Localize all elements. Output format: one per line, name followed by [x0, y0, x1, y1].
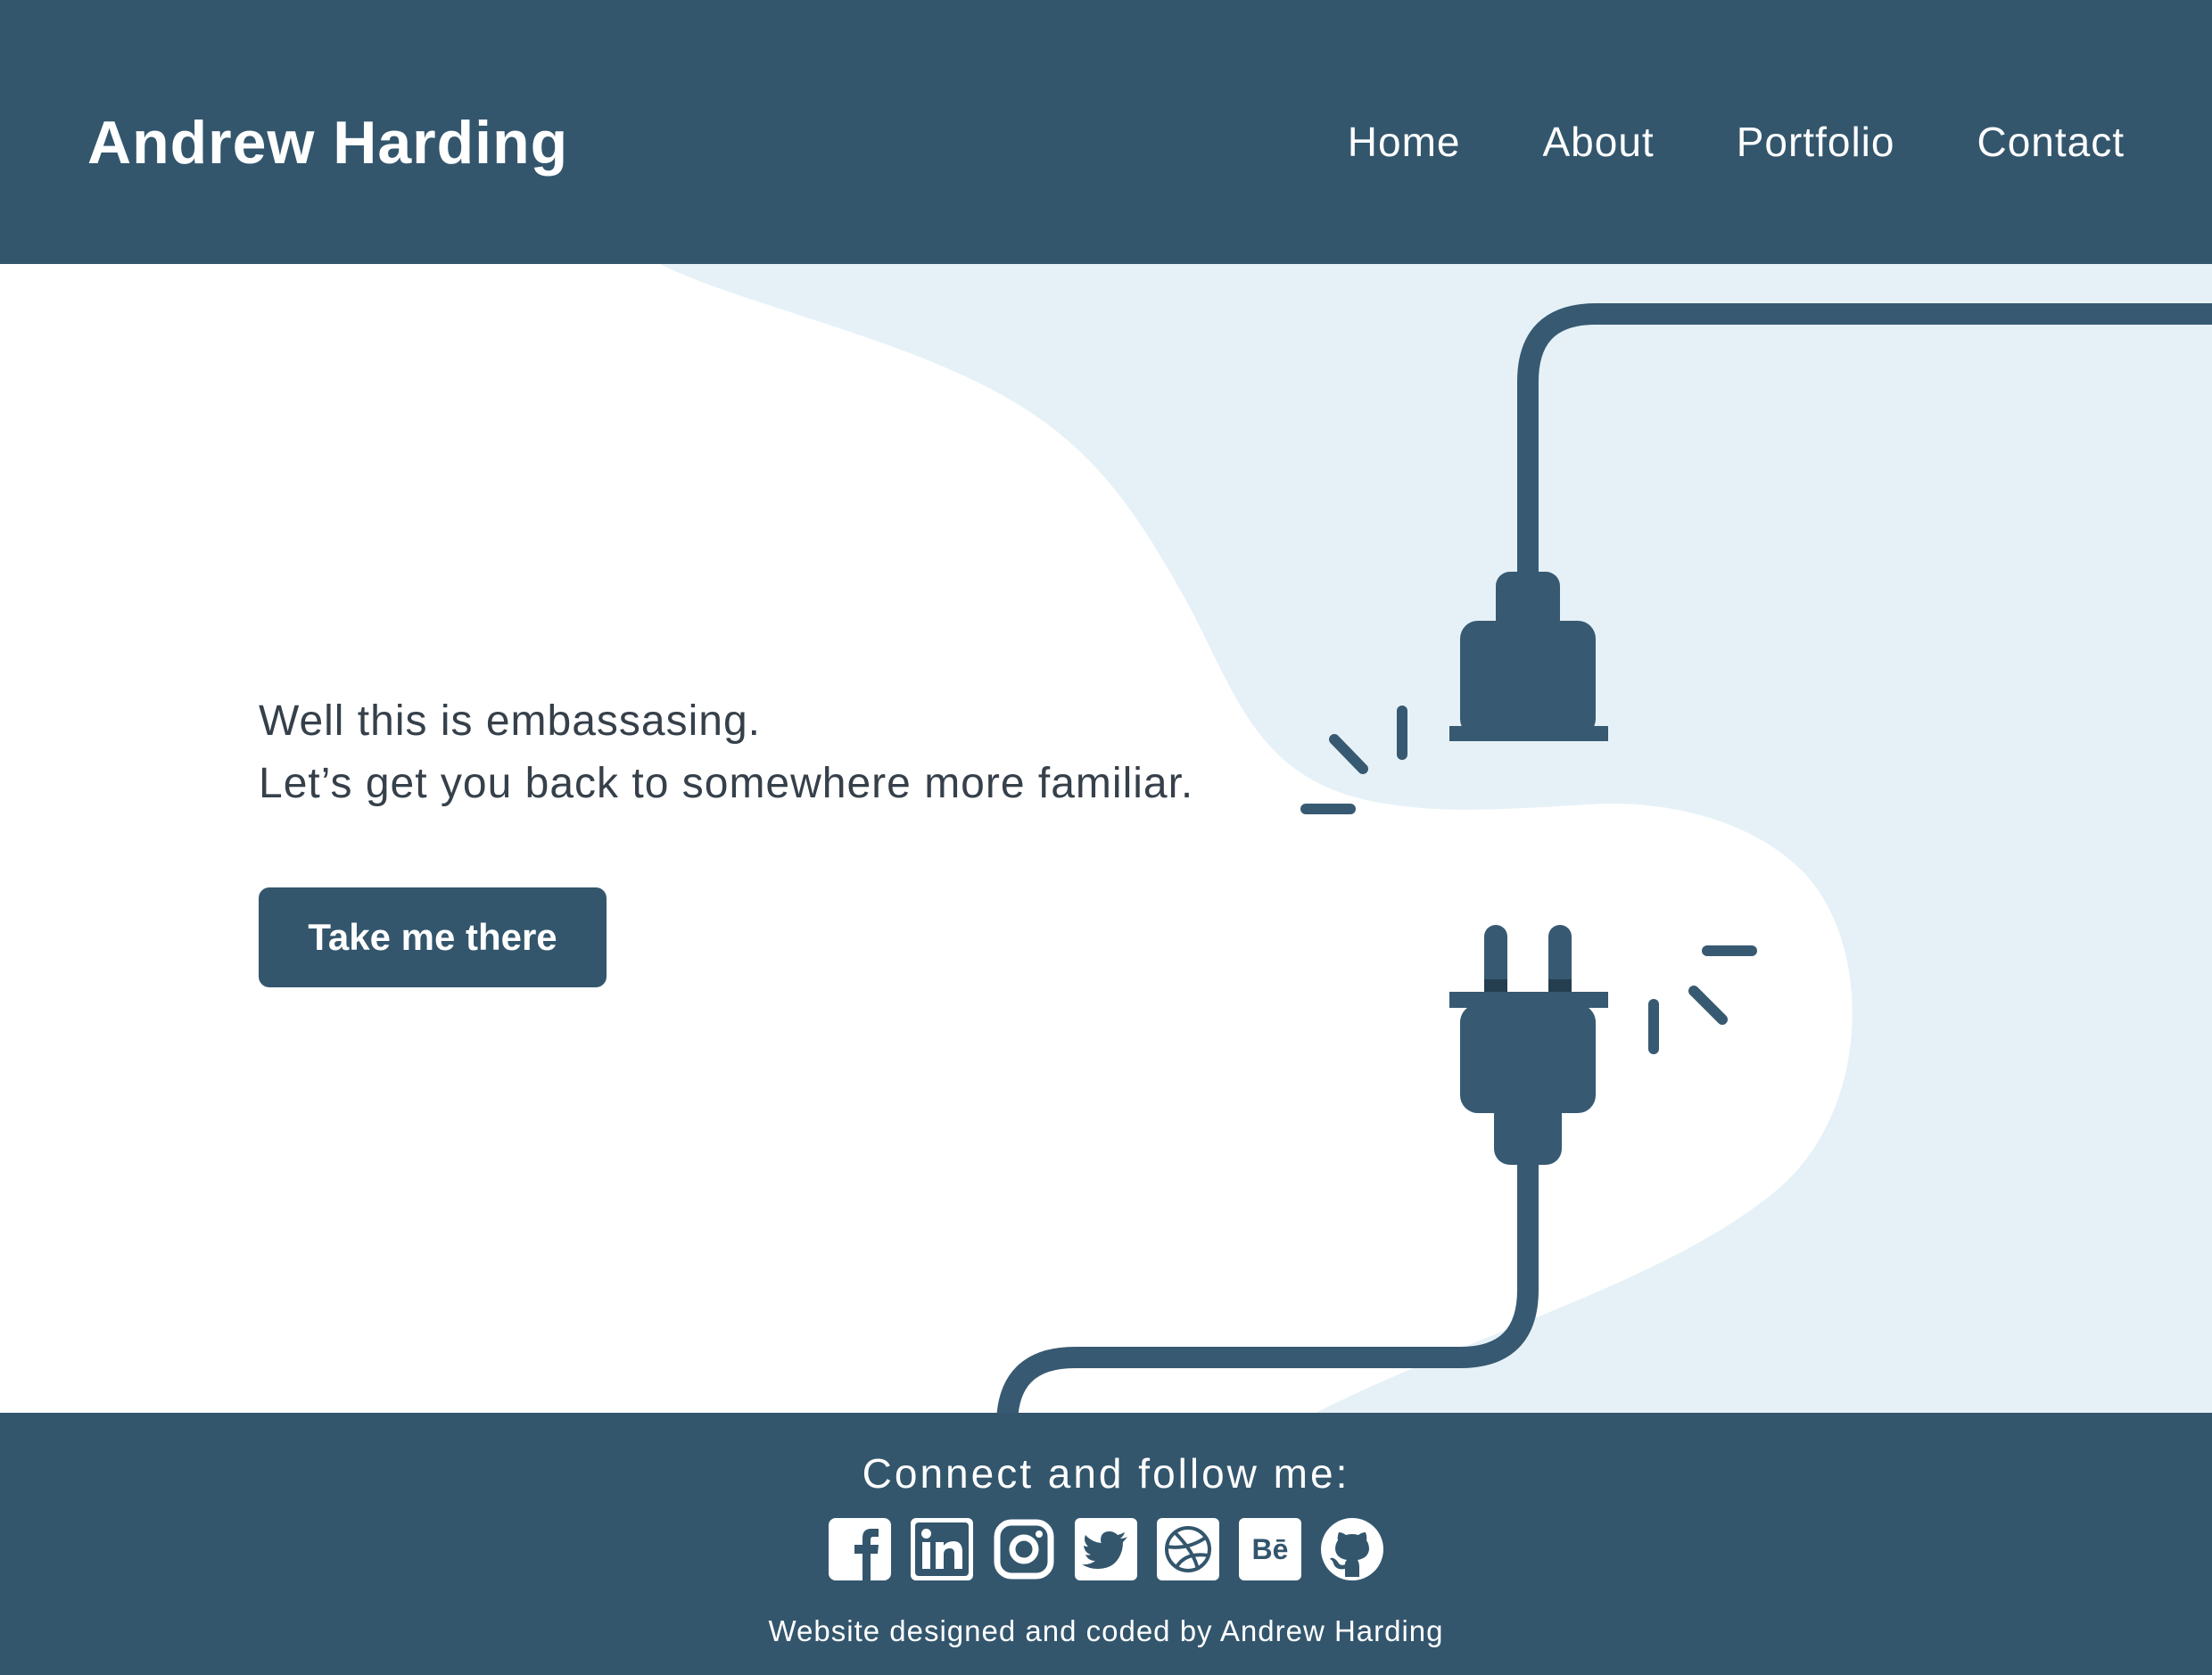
- nav-contact[interactable]: Contact: [1977, 111, 2125, 173]
- take-me-there-button[interactable]: Take me there: [259, 887, 607, 987]
- plug-icon: [1449, 992, 1608, 1165]
- message-line-1: Well this is embassasing.: [259, 697, 761, 745]
- plug-sparks: [1648, 945, 1757, 1054]
- background-blob: [660, 264, 2212, 1413]
- site-brand[interactable]: Andrew Harding: [87, 100, 568, 186]
- site-header: Andrew Harding Home About Portfolio Cont…: [0, 0, 2212, 264]
- message-line-2: Let’s get you back to somewhere more fam…: [259, 760, 1194, 807]
- main-nav: Home About Portfolio Contact: [1348, 111, 2125, 173]
- site-footer: Connect and follow me: Bē Website design…: [0, 1413, 2212, 1675]
- linkedin-icon[interactable]: [911, 1518, 973, 1580]
- facebook-icon[interactable]: [829, 1518, 891, 1580]
- unplugged-illustration: [660, 264, 2212, 1413]
- dribbble-icon[interactable]: [1157, 1518, 1219, 1580]
- nav-home[interactable]: Home: [1348, 111, 1461, 173]
- instagram-icon[interactable]: [993, 1518, 1055, 1580]
- github-icon[interactable]: [1321, 1518, 1383, 1580]
- page: Andrew Harding Home About Portfolio Cont…: [0, 0, 2212, 1675]
- social-links: Bē: [0, 1518, 2212, 1580]
- main-content: Well this is embassasing. Let’s get you …: [0, 264, 2212, 1413]
- footer-heading: Connect and follow me:: [862, 1450, 1350, 1497]
- footer-credit: Website designed and coded by Andrew Har…: [768, 1614, 1444, 1647]
- svg-text:Bē: Bē: [1252, 1533, 1289, 1565]
- error-message: Well this is embassasing. Let’s get you …: [259, 690, 1193, 815]
- twitter-icon[interactable]: [1075, 1518, 1137, 1580]
- nav-portfolio[interactable]: Portfolio: [1737, 111, 1895, 173]
- behance-icon[interactable]: Bē: [1239, 1518, 1301, 1580]
- nav-about[interactable]: About: [1543, 111, 1655, 173]
